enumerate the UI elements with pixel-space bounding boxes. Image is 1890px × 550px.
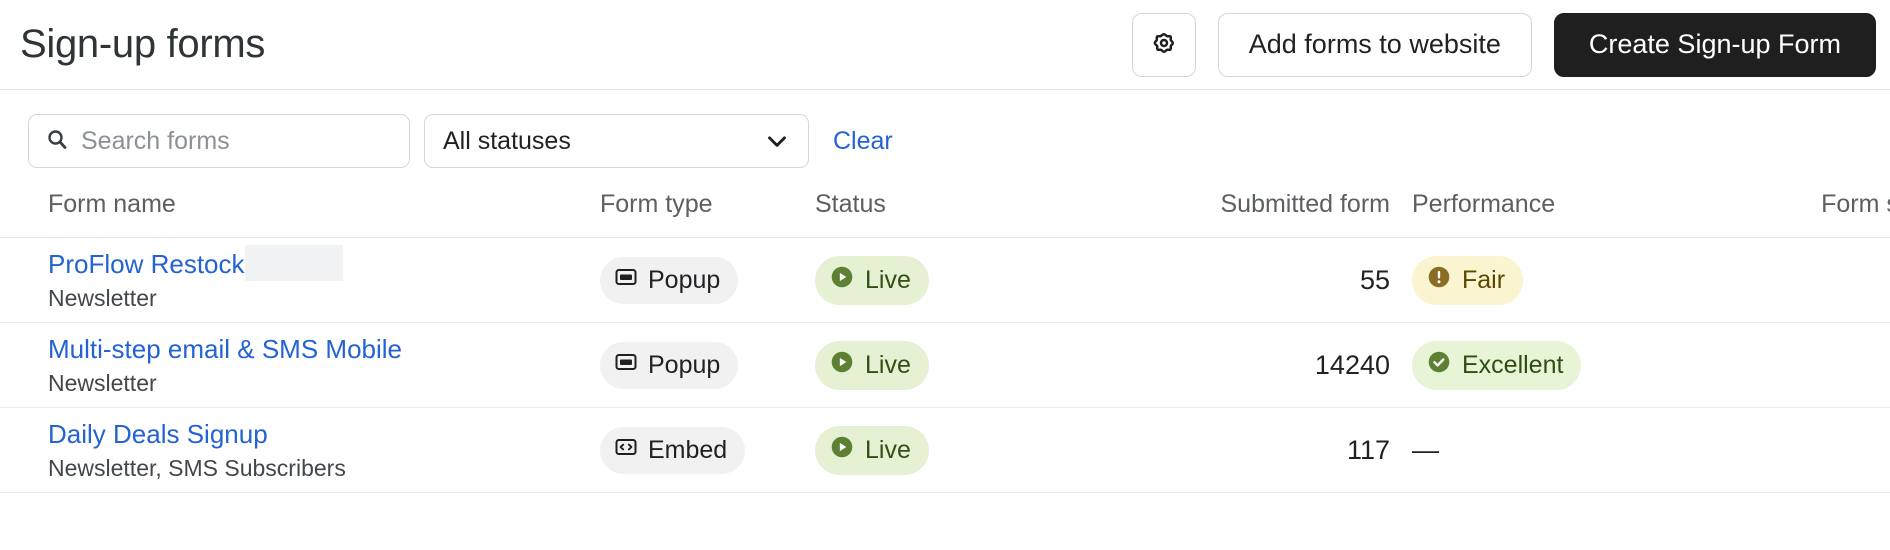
column-header-form-type: Form type — [600, 190, 815, 238]
popup-icon — [614, 265, 638, 296]
clear-filters-link[interactable]: Clear — [833, 127, 893, 156]
create-sign-up-form-button[interactable]: Create Sign-up Form — [1553, 12, 1876, 77]
performance-badge: Fair — [1412, 255, 1524, 305]
play-circle-icon — [829, 434, 855, 467]
popup-icon — [614, 350, 638, 381]
table-body: ProFlow Restock Newsletter Popup Live 55… — [0, 237, 1890, 493]
cell-performance: Fair — [1390, 237, 1690, 323]
table-row[interactable]: ProFlow Restock Newsletter Popup Live 55… — [0, 237, 1890, 323]
forms-table: Form name Form type Status Submitted for… — [0, 190, 1890, 493]
form-lists: Newsletter — [48, 284, 157, 311]
cell-performance: Excellent — [1390, 322, 1690, 408]
cell-form-submit-rate: 1.2% — [1690, 237, 1890, 323]
filter-bar: All statuses Clear — [0, 90, 1890, 168]
header-actions: Add forms to website Create Sign-up Form — [1131, 12, 1876, 77]
column-header-form-name: Form name — [0, 190, 600, 238]
cell-performance: — — [1390, 407, 1690, 493]
cell-form-name: Multi-step email & SMS Mobile Newsletter — [0, 322, 600, 408]
cell-status: Live — [815, 322, 1085, 408]
play-circle-icon — [829, 349, 855, 382]
add-forms-to-website-button[interactable]: Add forms to website — [1217, 12, 1532, 77]
search-input[interactable] — [81, 126, 393, 156]
cell-form-submit-rate: 0.4% — [1690, 407, 1890, 493]
form-type-label: Embed — [648, 435, 728, 464]
code-embed-icon — [614, 435, 638, 466]
status-label: Live — [865, 435, 911, 464]
column-header-status: Status — [815, 190, 1085, 238]
form-type-badge: Popup — [600, 256, 739, 304]
name-highlight-block — [244, 244, 343, 281]
cell-form-name: Daily Deals Signup Newsletter, SMS Subsc… — [0, 407, 600, 493]
play-circle-icon — [829, 264, 855, 297]
column-header-submitted: Submitted form — [1085, 190, 1390, 238]
column-header-submit-rate: Form submit rate — [1690, 190, 1890, 238]
status-badge: Live — [815, 340, 929, 390]
form-lists: Newsletter — [48, 369, 157, 396]
status-filter-select[interactable]: All statuses — [424, 114, 809, 168]
performance-label: Excellent — [1462, 350, 1564, 379]
cell-form-type: Popup — [600, 237, 815, 323]
page-header: Sign-up forms Add forms to website Creat… — [0, 0, 1890, 90]
search-box[interactable] — [28, 114, 410, 168]
cell-submitted-form: 117 — [1085, 407, 1390, 493]
form-type-label: Popup — [648, 350, 721, 379]
table-header-row: Form name Form type Status Submitted for… — [0, 190, 1890, 238]
performance-badge: Excellent — [1412, 340, 1582, 390]
cell-form-name: ProFlow Restock Newsletter — [0, 237, 600, 323]
form-type-label: Popup — [648, 265, 721, 294]
form-name-wrapper: Daily Deals Signup — [48, 419, 268, 450]
status-badge: Live — [815, 425, 929, 475]
status-label: Live — [865, 350, 911, 379]
status-filter-value: All statuses — [443, 126, 571, 155]
table-row[interactable]: Multi-step email & SMS Mobile Newsletter… — [0, 322, 1890, 408]
alert-circle-icon — [1426, 264, 1452, 297]
chevron-down-icon — [762, 126, 792, 156]
table-row[interactable]: Daily Deals Signup Newsletter, SMS Subsc… — [0, 407, 1890, 493]
column-header-performance: Performance — [1390, 190, 1690, 238]
cell-status: Live — [815, 237, 1085, 323]
form-lists: Newsletter, SMS Subscribers — [48, 454, 346, 481]
form-name-link[interactable]: Multi-step email & SMS Mobile — [48, 334, 402, 365]
cell-form-submit-rate: 4.0% — [1690, 322, 1890, 408]
performance-label: Fair — [1462, 265, 1506, 294]
cell-submitted-form: 55 — [1085, 237, 1390, 323]
form-name-wrapper: ProFlow Restock — [48, 244, 343, 281]
form-type-badge: Embed — [600, 426, 746, 474]
cell-form-type: Popup — [600, 322, 815, 408]
form-type-badge: Popup — [600, 341, 739, 389]
gear-icon — [1149, 28, 1179, 61]
cell-status: Live — [815, 407, 1085, 493]
form-name-link[interactable]: ProFlow Restock — [48, 249, 245, 280]
cell-form-type: Embed — [600, 407, 815, 493]
form-name-wrapper: Multi-step email & SMS Mobile — [48, 334, 402, 365]
page-title: Sign-up forms — [20, 22, 266, 66]
status-label: Live — [865, 265, 911, 294]
search-icon — [45, 127, 69, 156]
form-name-link[interactable]: Daily Deals Signup — [48, 419, 268, 450]
cell-submitted-form: 14240 — [1085, 322, 1390, 408]
settings-button[interactable] — [1131, 12, 1196, 77]
check-circle-icon — [1426, 349, 1452, 382]
status-badge: Live — [815, 255, 929, 305]
